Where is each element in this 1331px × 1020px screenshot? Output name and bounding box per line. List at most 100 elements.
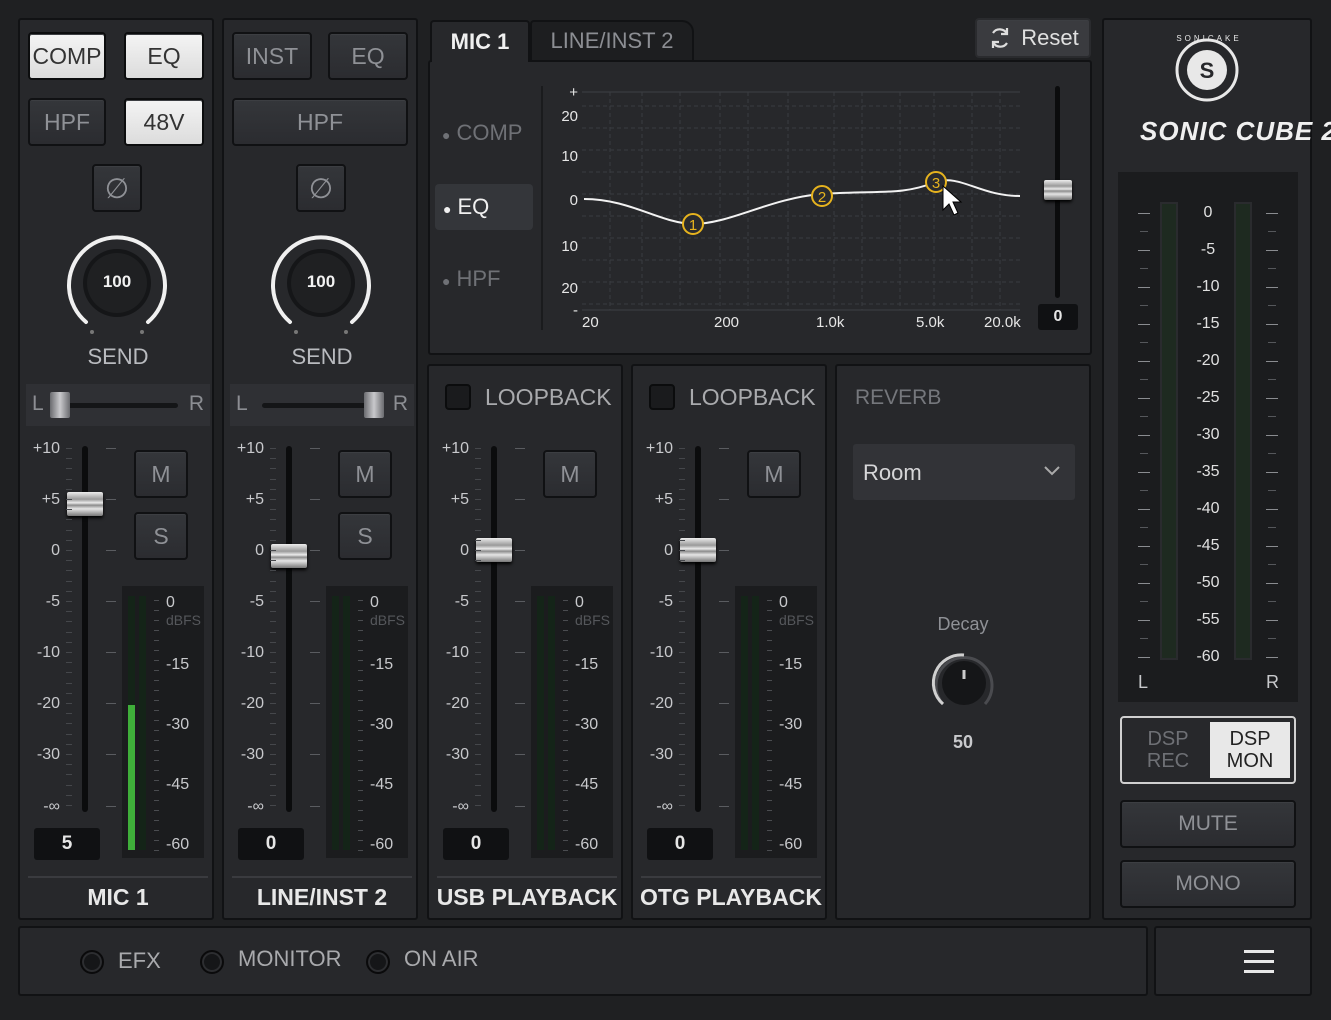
pan-slider[interactable]: L R — [230, 384, 414, 426]
eq-band-label: 2 — [818, 189, 826, 206]
eq-y-tick: - — [573, 302, 578, 319]
eq-band-node-2[interactable]: 2 — [811, 185, 833, 207]
mute-button[interactable]: M — [543, 450, 597, 498]
footer-bar: EFX MONITOR ON AIR — [18, 926, 1148, 996]
menu-eq[interactable]: ● EQ — [435, 184, 533, 230]
meter-scale-label: 0 — [575, 594, 584, 611]
send-knob[interactable]: 100 — [268, 228, 374, 348]
master-mute-button[interactable]: MUTE — [1120, 800, 1296, 848]
fader-scale-label: +5 — [450, 491, 469, 508]
meter-unit-label: dBFS — [575, 612, 611, 628]
solo-button[interactable]: S — [134, 512, 188, 560]
eq-button[interactable]: EQ — [124, 32, 204, 80]
loopback-checkbox[interactable] — [649, 384, 675, 410]
hamburger-menu-icon[interactable] — [1244, 948, 1276, 976]
mute-button[interactable]: M — [338, 450, 392, 498]
meter-scale-label: -15 — [370, 656, 394, 673]
fader-handle[interactable] — [680, 538, 716, 562]
hpf-button[interactable]: HPF — [232, 98, 408, 146]
fader-value[interactable]: 0 — [647, 828, 713, 860]
meter-scale-label: -45 — [370, 776, 394, 793]
comp-button[interactable]: COMP — [28, 32, 106, 80]
channel-name: OTG PLAYBACK — [640, 884, 822, 910]
fader-scale-label: +5 — [245, 491, 264, 508]
meter-scale-label: -15 — [575, 656, 599, 673]
dsp-rec-option[interactable]: DSP REC — [1126, 722, 1210, 778]
fader-handle[interactable] — [271, 544, 307, 568]
monitor-indicator[interactable] — [200, 950, 224, 974]
brand-name: SONICAKE — [1176, 34, 1242, 43]
reverb-preset-select[interactable]: Room — [853, 444, 1075, 500]
eq-graph[interactable]: 1 2 3 — [550, 78, 1040, 340]
meter-fill-l — [128, 705, 135, 850]
send-knob[interactable]: 100 — [64, 228, 170, 348]
menu-hpf[interactable]: ● HPF — [442, 266, 500, 292]
fader-scale-label: -∞ — [656, 798, 673, 815]
channel-fader[interactable] — [673, 440, 723, 820]
pan-right-label: R — [392, 392, 408, 415]
loopback-checkbox[interactable] — [445, 384, 471, 410]
eq-band-node-1[interactable]: 1 — [682, 213, 704, 235]
meter-scale-label: -60 — [166, 836, 190, 853]
phase-invert-button[interactable]: ∅ — [92, 164, 142, 212]
level-meter: 0 dBFS -15 -30 -45 -60 — [735, 586, 817, 858]
pan-slider[interactable]: L R — [26, 384, 210, 426]
eq-gain-handle[interactable] — [1044, 180, 1072, 200]
solo-button[interactable]: S — [338, 512, 392, 560]
fader-value[interactable]: 0 — [238, 828, 304, 860]
eq-gain-value[interactable]: 0 — [1038, 304, 1078, 330]
fader-scale-label: +5 — [654, 491, 673, 508]
decay-value: 50 — [952, 732, 974, 752]
eq-button[interactable]: EQ — [328, 32, 408, 80]
channel-fader[interactable] — [264, 440, 314, 820]
eq-y-tick: + — [569, 84, 578, 101]
meter-unit-label: dBFS — [370, 612, 406, 628]
send-value: 100 — [102, 272, 132, 291]
reset-button[interactable]: Reset — [975, 18, 1091, 58]
fader-scale-label: -20 — [240, 695, 264, 712]
mute-button[interactable]: M — [134, 450, 188, 498]
channel-name: USB PLAYBACK — [436, 884, 618, 910]
eq-x-tick: 20.0k — [984, 314, 1021, 331]
hpf-button[interactable]: HPF — [28, 98, 106, 146]
phase-invert-button[interactable]: ∅ — [296, 164, 346, 212]
mono-button[interactable]: MONO — [1120, 860, 1296, 908]
meter-unit-label: dBFS — [166, 612, 202, 628]
inst-button[interactable]: INST — [232, 32, 312, 80]
fader-value[interactable]: 0 — [443, 828, 509, 860]
reverb-preset-value: Room — [863, 460, 922, 485]
dsp-mon-option[interactable]: DSP MON — [1210, 722, 1290, 778]
channel-fader[interactable] — [469, 440, 519, 820]
fader-scale-label: 0 — [255, 542, 264, 559]
tab-line-inst2[interactable]: LINE/INST 2 — [530, 20, 694, 60]
eq-y-tick: 20 — [561, 108, 578, 125]
meter-scale-label: -60 — [779, 836, 803, 853]
master-scale-label: 0 — [1203, 204, 1213, 221]
efx-indicator[interactable] — [80, 950, 104, 974]
eq-x-tick: 20 — [582, 314, 599, 331]
dsp-toggle[interactable]: DSP REC DSP MON — [1120, 716, 1296, 784]
fader-scale-label: +10 — [32, 440, 60, 457]
on-air-indicator[interactable] — [366, 950, 390, 974]
pan-handle[interactable] — [50, 392, 70, 418]
fader-handle[interactable] — [476, 538, 512, 562]
fader-handle[interactable] — [67, 492, 103, 516]
decay-knob[interactable] — [929, 648, 999, 718]
eq-band-label: 3 — [932, 175, 940, 192]
meter-scale-label: -30 — [166, 716, 190, 733]
fader-value[interactable]: 5 — [34, 828, 100, 860]
fader-scale-label: -∞ — [452, 798, 469, 815]
mute-button[interactable]: M — [747, 450, 801, 498]
channel-fader[interactable] — [60, 440, 110, 820]
master-section: S SONICAKE SONIC CUBE 2 0 -5 -10 -15 -20 -25 -… — [1102, 18, 1331, 920]
chevron-down-icon — [1044, 466, 1060, 476]
master-scale-label: -60 — [1196, 648, 1220, 665]
menu-comp[interactable]: ● COMP — [442, 120, 522, 146]
eq-gain-slider[interactable] — [1040, 86, 1076, 300]
meter-scale-label: -60 — [575, 836, 599, 853]
fader-scale-label: 0 — [51, 542, 60, 559]
eq-y-tick: 10 — [561, 148, 578, 165]
pan-handle[interactable] — [364, 392, 384, 418]
tab-mic1[interactable]: MIC 1 — [430, 20, 530, 62]
phantom-48v-button[interactable]: 48V — [124, 98, 204, 146]
